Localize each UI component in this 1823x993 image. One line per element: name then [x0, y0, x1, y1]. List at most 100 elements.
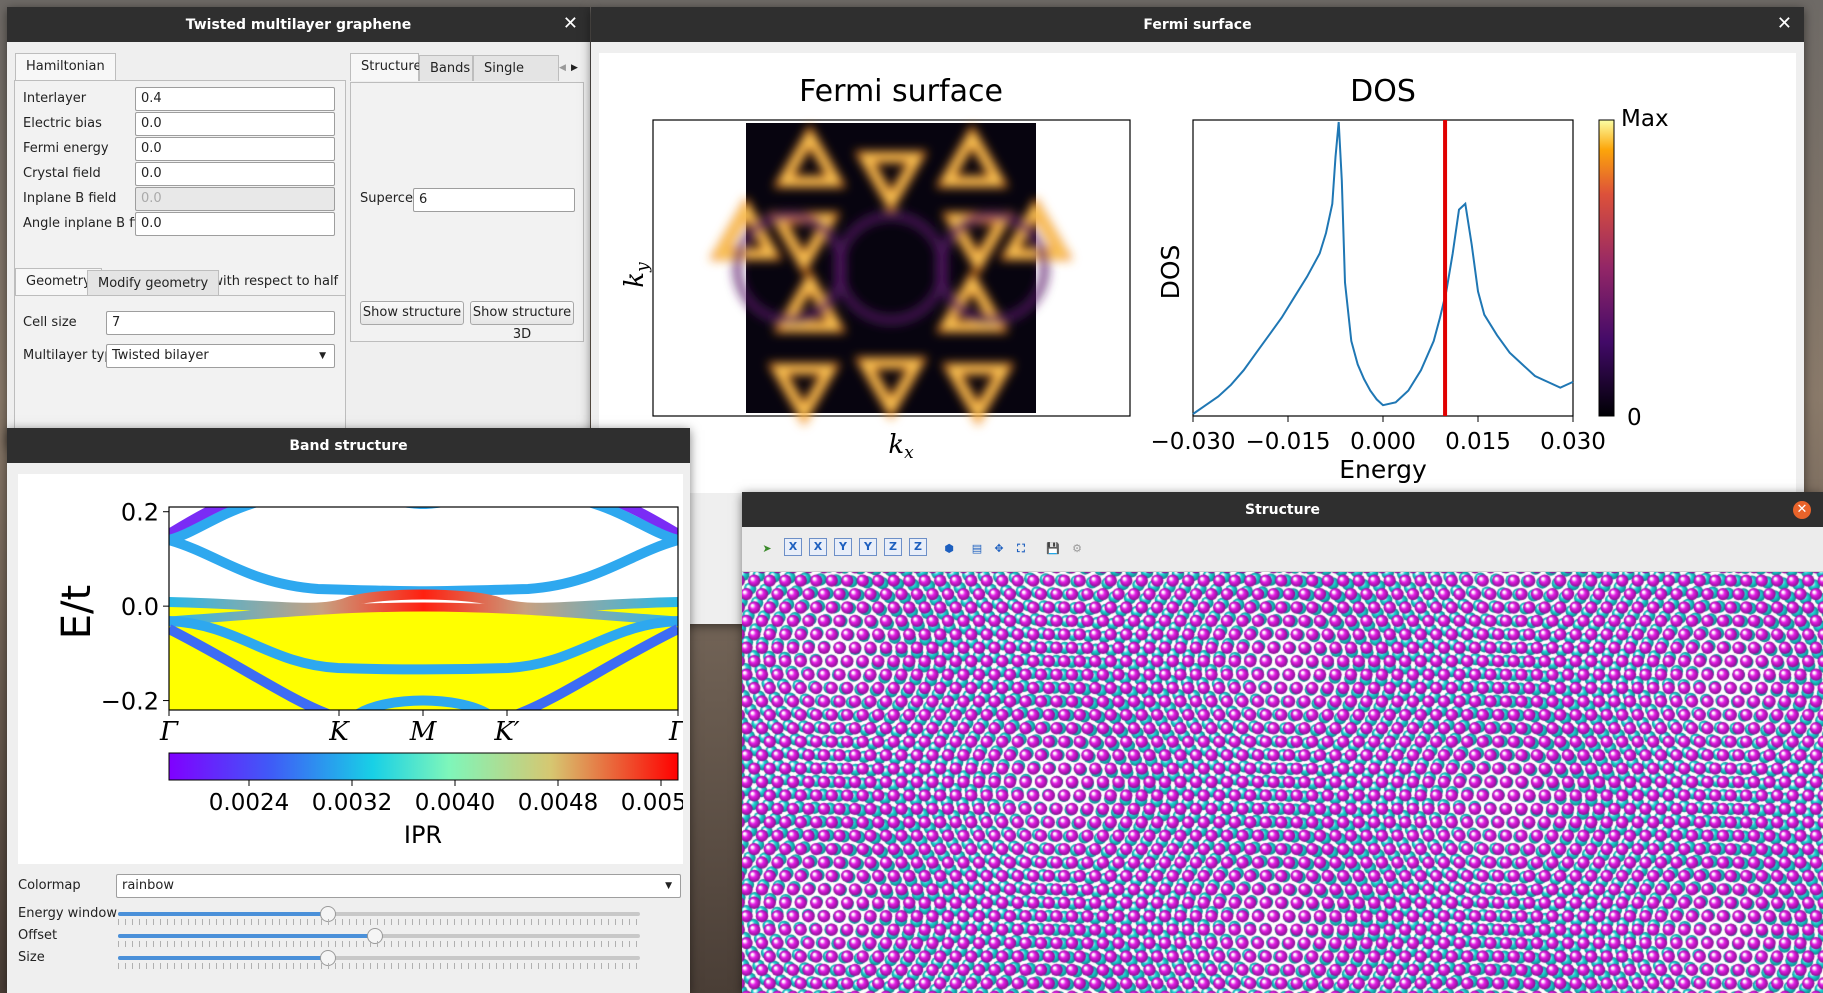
multilayer-type-select[interactable]: Twisted bilayer ▼	[106, 344, 335, 368]
x-tick-label: Γ	[668, 717, 683, 747]
supercell-field[interactable]: 6	[413, 188, 575, 212]
fermi-window-titlebar[interactable]: Fermi surface ✕	[591, 7, 1804, 42]
view-y-axis-icon[interactable]: Y	[859, 538, 877, 556]
view-x-axis-icon[interactable]: X	[809, 538, 827, 556]
slider-fill	[118, 956, 327, 960]
x-tick-label: −0.015	[1245, 429, 1330, 455]
band-structure-figure: 0.2 0.0 −0.2 Γ K M K′ Γ E/t 0.0024 0.0032 0.0040…	[54, 499, 690, 849]
tab-scroll-left[interactable]: ◀	[559, 57, 571, 79]
dos-colorbar	[1598, 119, 1615, 417]
field-label: Fermi energy	[23, 141, 109, 156]
main-window: Twisted multilayer graphene ✕ Hamiltonia…	[7, 7, 590, 447]
layout-icon[interactable]: ▤	[966, 538, 988, 560]
slider-track[interactable]	[118, 950, 640, 966]
fermi-ylabel: ky	[620, 262, 653, 288]
field-label: Electric bias	[23, 116, 102, 131]
band-curve	[169, 507, 230, 539]
view-x-axis-icon[interactable]: X	[784, 538, 802, 556]
band-window-title: Band structure	[289, 437, 408, 454]
band-window-titlebar[interactable]: Band structure	[7, 428, 690, 463]
close-icon[interactable]: ✕	[1777, 14, 1792, 34]
slider-fill	[118, 912, 327, 916]
close-icon[interactable]: ✕	[563, 14, 578, 34]
dos-series-line	[1192, 121, 1574, 415]
view-y-axis-icon[interactable]: Y	[834, 538, 852, 556]
field-label: Interlayer	[23, 91, 87, 106]
field-input[interactable]: 0.0	[135, 137, 335, 161]
fermi-plot-area: Fermi surface kx ky DOS −0.030 −0.015 0.00…	[599, 53, 1796, 493]
field-input[interactable]: 0.0	[135, 162, 335, 186]
structure-toolbar: ➤ XXYYZZ ⬢ ▤ ✥ ⛶ 💾 ⚙	[742, 527, 1823, 572]
slider-track[interactable]	[118, 906, 640, 922]
field-input[interactable]: 0.0	[135, 112, 335, 136]
slider-ticks	[118, 919, 640, 925]
ipr-label: IPR	[404, 821, 442, 849]
x-tick-label: 0.000	[1350, 429, 1416, 455]
fullscreen-icon[interactable]: ⛶	[1010, 538, 1032, 560]
dos-axes-frame	[1192, 119, 1574, 417]
colormap-select[interactable]: rainbow ▼	[116, 874, 681, 898]
colormap-label: Colormap	[18, 878, 81, 893]
tab-modify-geometry[interactable]: Modify geometry	[87, 270, 220, 296]
slider-label: Size	[18, 950, 45, 965]
field-input[interactable]: 0.4	[135, 87, 335, 111]
move-icon[interactable]: ✥	[988, 538, 1010, 560]
main-window-title: Twisted multilayer graphene	[185, 16, 412, 33]
band-ylabel: E/t	[54, 585, 100, 639]
x-tick-label: K′	[493, 717, 519, 747]
structure-tab-panel: Supercell 6 Show structure Show structur…	[350, 82, 584, 342]
x-tick-label: 0.030	[1540, 429, 1606, 455]
gear-icon[interactable]: ⚙	[1066, 538, 1088, 560]
slider-track[interactable]	[118, 928, 640, 944]
dos-ylabel: DOS	[1156, 245, 1185, 300]
show-structure-button[interactable]: Show structure	[360, 301, 464, 325]
tab-bands[interactable]: Bands	[419, 55, 473, 81]
field-input[interactable]: 0.0	[135, 187, 335, 211]
main-window-titlebar[interactable]: Twisted multilayer graphene ✕	[7, 7, 590, 42]
slider-label: Energy window	[18, 906, 117, 921]
cell-size-field[interactable]: 7	[106, 311, 335, 335]
cube-icon[interactable]: ⬢	[938, 538, 960, 560]
cell-size-label: Cell size	[23, 315, 77, 330]
structure-window: Structure ✕ ➤ XXYYZZ ⬢ ▤ ✥ ⛶ 💾 ⚙	[742, 492, 1823, 993]
y-tick-label: 0.0	[121, 593, 159, 621]
select-pointer-icon[interactable]: ➤	[756, 538, 778, 560]
ipr-colorbar	[168, 752, 679, 781]
tab-single-ldos[interactable]: Single LDOS	[473, 55, 559, 102]
slider-ticks	[118, 941, 640, 947]
slider-label: Offset	[18, 928, 58, 943]
structure-window-titlebar[interactable]: Structure ✕	[742, 492, 1823, 527]
structure-3d-view[interactable]	[742, 572, 1823, 993]
supercell-label: Supercell	[360, 191, 421, 206]
view-z-axis-icon[interactable]: Z	[884, 538, 902, 556]
slider-ticks	[118, 963, 640, 969]
x-tick-label: −0.030	[1150, 429, 1235, 455]
save-icon[interactable]: 💾	[1042, 538, 1064, 560]
band-curve	[169, 535, 678, 597]
band-curve	[616, 507, 678, 539]
tab-structure[interactable]: Structure	[350, 53, 421, 81]
show-structure-3d-button[interactable]: Show structure 3D	[470, 301, 574, 342]
tab-scroll-right[interactable]: ▶	[571, 57, 583, 79]
x-tick-label: Γ	[159, 717, 179, 747]
colorbar-tick-label: 0.0032	[312, 790, 392, 816]
chevron-down-icon: ▼	[319, 351, 326, 361]
fermi-dos-figure: Fermi surface kx ky DOS −0.030 −0.015 0.00…	[620, 74, 1669, 484]
band-curve	[169, 507, 678, 545]
fermi-window-title: Fermi surface	[1143, 16, 1252, 33]
atom-lattice-canvas[interactable]	[742, 572, 1823, 993]
colorbar-tick-label: 0.0040	[415, 790, 495, 816]
field-label: Inplane B field	[23, 191, 117, 206]
view-z-axis-icon[interactable]: Z	[909, 538, 927, 556]
band-plot-area: 0.2 0.0 −0.2 Γ K M K′ Γ E/t 0.0024 0.0032 0.0040…	[18, 474, 690, 864]
x-tick-label: K	[328, 717, 350, 747]
chevron-down-icon: ▼	[665, 881, 672, 891]
multilayer-type-value: Twisted bilayer	[112, 348, 209, 363]
y-tick-label: −0.2	[101, 688, 159, 716]
tab-hamiltonian[interactable]: Hamiltonian	[15, 53, 116, 81]
field-input[interactable]: 0.0	[135, 212, 335, 236]
fermi-xlabel: kx	[888, 430, 914, 463]
x-tick-label: 0.015	[1445, 429, 1511, 455]
close-icon[interactable]: ✕	[1793, 501, 1811, 519]
slider-fill	[118, 934, 374, 938]
